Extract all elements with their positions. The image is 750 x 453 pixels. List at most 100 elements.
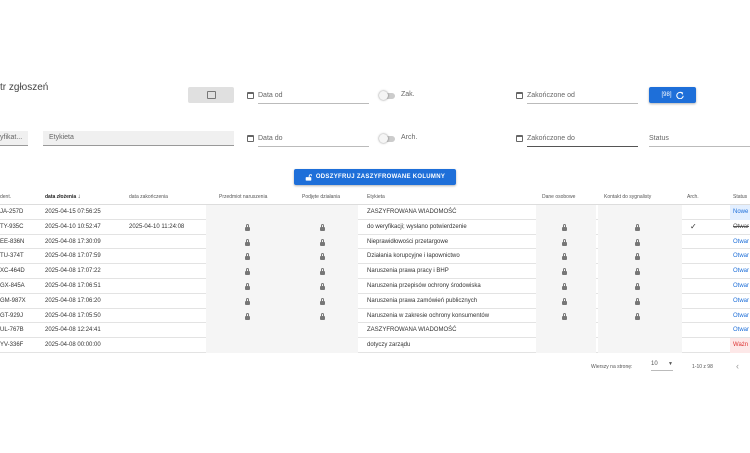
col-contact[interactable]: Kontakt do sygnalisty bbox=[604, 194, 651, 200]
encrypted-cell-bg bbox=[598, 293, 682, 309]
col-ident[interactable]: dent. bbox=[0, 194, 11, 200]
cell-ident: XC-464D bbox=[0, 268, 25, 275]
completed-to-field[interactable]: Zakończone do bbox=[527, 132, 638, 147]
lock-icon bbox=[635, 297, 640, 305]
cell-ident: TU-374T bbox=[0, 253, 24, 260]
col-label[interactable]: Etykieta bbox=[367, 194, 385, 200]
cell-label: dotyczy zarządu bbox=[367, 342, 411, 349]
table-row[interactable]: TY-935C 2025-04-10 10:52:47 2025-04-10 11:… bbox=[0, 219, 750, 235]
table-row[interactable]: JA-257D 2025-04-15 07:56:25 ZASZYFROWANA W… bbox=[0, 205, 750, 220]
check-icon: ✓ bbox=[690, 221, 697, 231]
rows-per-page-value: 10 bbox=[651, 361, 658, 367]
lock-icon bbox=[320, 297, 325, 305]
calendar-icon[interactable] bbox=[247, 135, 254, 142]
cell-label: do weryfikacji; wysłano potwierdzenie bbox=[367, 223, 467, 230]
lock-icon bbox=[245, 238, 250, 246]
table-row[interactable]: GT-929J 2025-04-08 17:05:50 Naruszenia w z… bbox=[0, 308, 750, 324]
sort-desc-icon: ↓ bbox=[77, 194, 81, 200]
cell-label: ZASZYFROWANA WIADOMOŚĆ bbox=[367, 327, 457, 334]
cell-completed bbox=[129, 279, 205, 294]
col-submitted[interactable]: data złożenia ↓ bbox=[45, 194, 81, 200]
clear-filters-button[interactable] bbox=[188, 87, 234, 103]
table-row[interactable]: TU-374T 2025-04-08 17:07:59 Działania koru… bbox=[0, 249, 750, 265]
label-placeholder: Etykieta bbox=[49, 134, 74, 141]
encrypted-cell-bg bbox=[598, 234, 682, 250]
cell-label: Nieprawidłowości przetargowe bbox=[367, 238, 449, 245]
completed-to-placeholder: Zakończone do bbox=[527, 135, 575, 142]
encrypted-cell-bg bbox=[598, 264, 682, 279]
table-row[interactable]: GX-845A 2025-04-08 17:06:51 Naruszenia prz… bbox=[0, 279, 750, 294]
col-completed[interactable]: data zakończenia bbox=[129, 194, 168, 200]
calendar-icon[interactable] bbox=[516, 135, 523, 142]
arch-toggle[interactable] bbox=[379, 134, 395, 143]
encrypted-cell-bg bbox=[598, 323, 682, 339]
status-select[interactable]: Status bbox=[649, 132, 750, 147]
completed-from-field[interactable]: Zakończone od bbox=[527, 89, 638, 104]
cell-label: Naruszenia prawa zamówień publicznych bbox=[367, 297, 478, 304]
status-badge: Nowe bbox=[730, 205, 750, 220]
col-actions[interactable]: Podjęte działania bbox=[302, 194, 340, 200]
rows-per-page-select[interactable]: 10 ▼ bbox=[651, 361, 673, 371]
page-title: tr zgłoszeń bbox=[0, 82, 49, 93]
col-personal[interactable]: Dane osobowe bbox=[542, 194, 575, 200]
lock-icon bbox=[320, 253, 325, 261]
cell-label: Działania korupcyjne i łapownictwo bbox=[367, 253, 460, 260]
cell-ident: YV-336F bbox=[0, 342, 24, 349]
table-row[interactable]: XC-464D 2025-04-08 17:07:22 Naruszenia pra… bbox=[0, 264, 750, 279]
encrypted-cell-bg bbox=[598, 205, 682, 220]
cell-submitted: 2025-04-15 07:56:25 bbox=[45, 209, 101, 215]
chevron-left-icon[interactable]: ‹ bbox=[736, 361, 739, 371]
lock-icon bbox=[635, 283, 640, 290]
identifier-input[interactable]: yfikat... bbox=[0, 131, 28, 146]
table-row[interactable]: GM-987X 2025-04-08 17:06:20 Naruszenia pra… bbox=[0, 293, 750, 309]
status-placeholder: Status bbox=[649, 135, 669, 142]
lock-icon bbox=[320, 268, 325, 276]
label-input[interactable]: Etykieta bbox=[43, 131, 234, 146]
lock-icon bbox=[320, 238, 325, 246]
lock-icon bbox=[245, 253, 250, 261]
document-icon bbox=[206, 91, 216, 99]
col-status[interactable]: Status bbox=[733, 194, 747, 200]
lock-icon bbox=[635, 312, 640, 320]
status-badge: Otwar bbox=[733, 223, 750, 230]
cell-completed bbox=[129, 338, 205, 353]
cell-submitted: 2025-04-08 17:07:59 bbox=[45, 253, 101, 260]
refresh-count-button[interactable]: [98] bbox=[649, 87, 696, 103]
refresh-icon bbox=[675, 91, 684, 99]
lock-icon bbox=[635, 268, 640, 276]
arch-toggle-knob[interactable] bbox=[379, 134, 388, 143]
cell-ident: GT-929J bbox=[0, 312, 24, 319]
zak-toggle-knob[interactable] bbox=[379, 91, 388, 100]
dropdown-arrow-icon: ▼ bbox=[668, 361, 673, 367]
calendar-icon[interactable] bbox=[516, 92, 523, 99]
encrypted-cell-bg bbox=[598, 338, 682, 353]
decrypt-columns-button[interactable]: ODSZYFRUJ ZASZYFROWANE KOLUMNY bbox=[294, 169, 456, 185]
col-arch[interactable]: Arch. bbox=[687, 194, 699, 200]
encrypted-cell-bg bbox=[598, 249, 682, 265]
lock-icon bbox=[635, 238, 640, 246]
date-from-field[interactable]: Data od bbox=[258, 89, 369, 104]
encrypted-cell-bg bbox=[286, 323, 358, 339]
lock-icon bbox=[562, 268, 567, 276]
zak-toggle[interactable] bbox=[379, 91, 395, 100]
table-row[interactable]: YV-336F 2025-04-08 00:00:00 dotyczy zarząd… bbox=[0, 338, 750, 353]
table-row[interactable]: UL-767B 2025-04-08 12:24:41 ZASZYFROWANA W… bbox=[0, 323, 750, 339]
lock-icon bbox=[320, 312, 325, 320]
status-badge: Ważn bbox=[730, 338, 750, 353]
status-badge: Otwar bbox=[733, 268, 750, 275]
col-subject[interactable]: Przedmiot naruszenia bbox=[219, 194, 267, 200]
encrypted-cell-bg bbox=[536, 338, 596, 353]
status-badge: Otwar bbox=[733, 253, 750, 260]
status-badge: Otwar bbox=[733, 283, 750, 289]
lock-icon bbox=[562, 223, 567, 231]
cell-completed bbox=[129, 294, 205, 309]
table-row[interactable]: EE-836N 2025-04-08 17:30:09 Nieprawidłowoś… bbox=[0, 234, 750, 250]
date-to-field[interactable]: Data do bbox=[258, 132, 369, 147]
calendar-icon[interactable] bbox=[247, 92, 254, 99]
cell-submitted: 2025-04-08 17:30:09 bbox=[45, 238, 101, 245]
lock-icon bbox=[562, 238, 567, 246]
encrypted-cell-bg bbox=[286, 338, 358, 353]
cell-submitted: 2025-04-08 12:24:41 bbox=[45, 327, 101, 334]
col-submitted-label: data złożenia bbox=[45, 194, 77, 200]
cell-submitted: 2025-04-08 17:05:50 bbox=[45, 312, 101, 319]
